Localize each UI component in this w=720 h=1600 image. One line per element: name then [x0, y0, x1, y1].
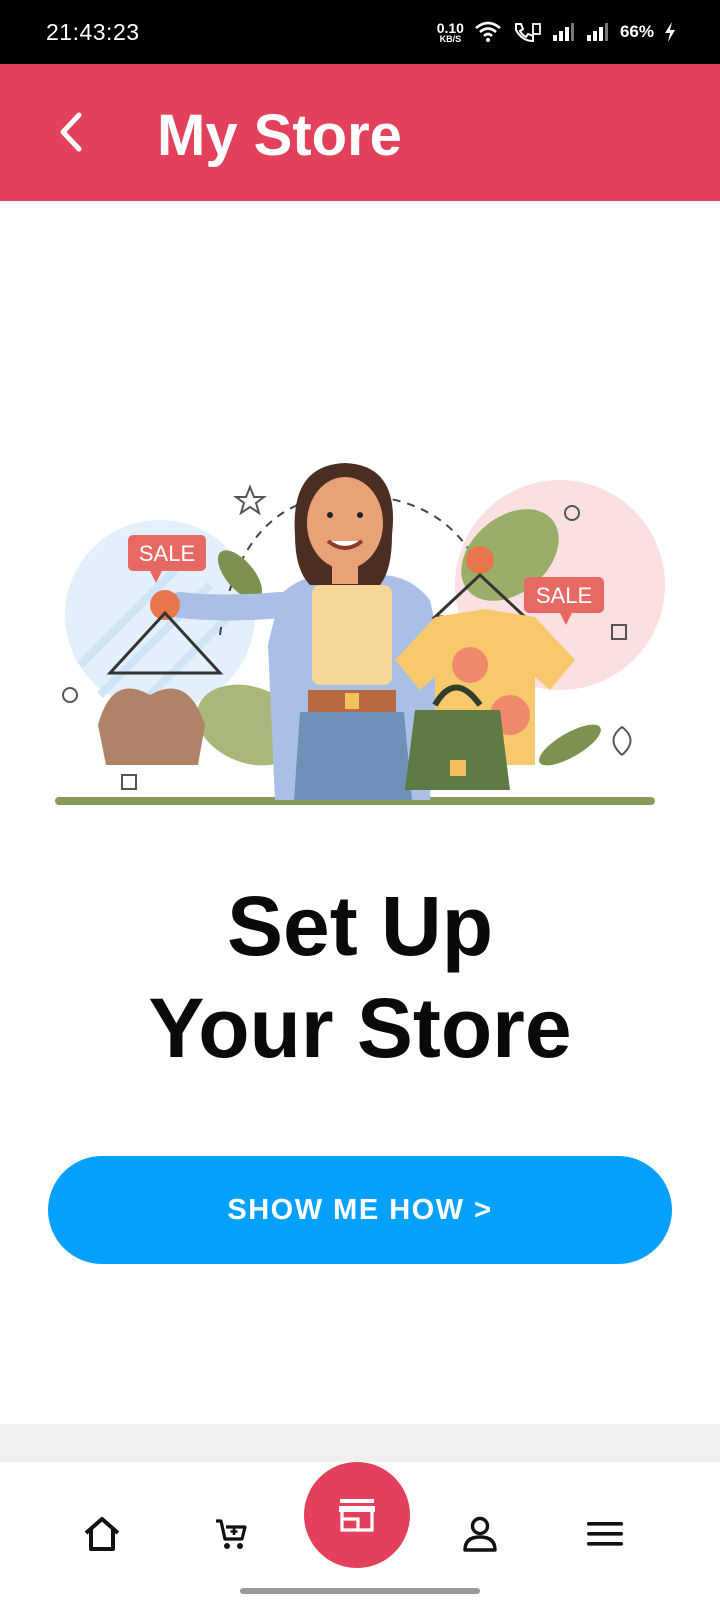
bottom-navigation	[0, 1462, 720, 1600]
headline-line-2: Your Store	[148, 981, 572, 1075]
home-icon	[84, 1517, 120, 1551]
store-icon	[339, 1499, 375, 1532]
page-title: My Store	[157, 103, 402, 168]
show-me-how-button[interactable]: SHOW ME HOW >	[48, 1156, 672, 1264]
status-time: 21:43:23	[46, 18, 140, 45]
sale-tag-left-text: SALE	[139, 541, 195, 566]
sale-tag-right-text: SALE	[536, 583, 592, 608]
nav-cart[interactable]	[203, 1506, 259, 1562]
setup-store-headline: Set Up Your Store	[0, 875, 720, 1079]
divider-strip	[0, 1424, 720, 1462]
wifi-icon	[474, 21, 502, 43]
status-bar: 21:43:23 0.10 KB/S 66%	[0, 0, 720, 64]
home-indicator[interactable]	[240, 1588, 480, 1594]
nav-store[interactable]	[304, 1462, 410, 1568]
menu-icon	[587, 1522, 623, 1546]
network-speed-value: 0.10	[436, 19, 464, 36]
headline-line-1: Set Up	[226, 879, 494, 973]
battery-percent: 66%	[619, 22, 654, 41]
status-icons: 0.10 KB/S 66%	[437, 21, 676, 44]
cart-icon	[216, 1519, 247, 1549]
store-illustration: SALE SALE	[40, 395, 680, 835]
volte-call-icon	[512, 21, 542, 43]
chevron-left-icon	[60, 112, 82, 152]
nav-home[interactable]	[74, 1506, 130, 1562]
nav-menu[interactable]	[577, 1506, 633, 1562]
signal-icon-2	[586, 22, 610, 42]
profile-icon	[463, 1516, 497, 1552]
back-button[interactable]	[44, 106, 96, 158]
network-speed-unit: KB/S	[439, 33, 462, 44]
network-speed: 0.10 KB/S	[437, 21, 464, 44]
nav-profile[interactable]	[452, 1506, 508, 1562]
signal-icon-1	[552, 22, 576, 42]
app-bar: My Store	[0, 64, 720, 201]
charging-icon	[664, 22, 676, 42]
